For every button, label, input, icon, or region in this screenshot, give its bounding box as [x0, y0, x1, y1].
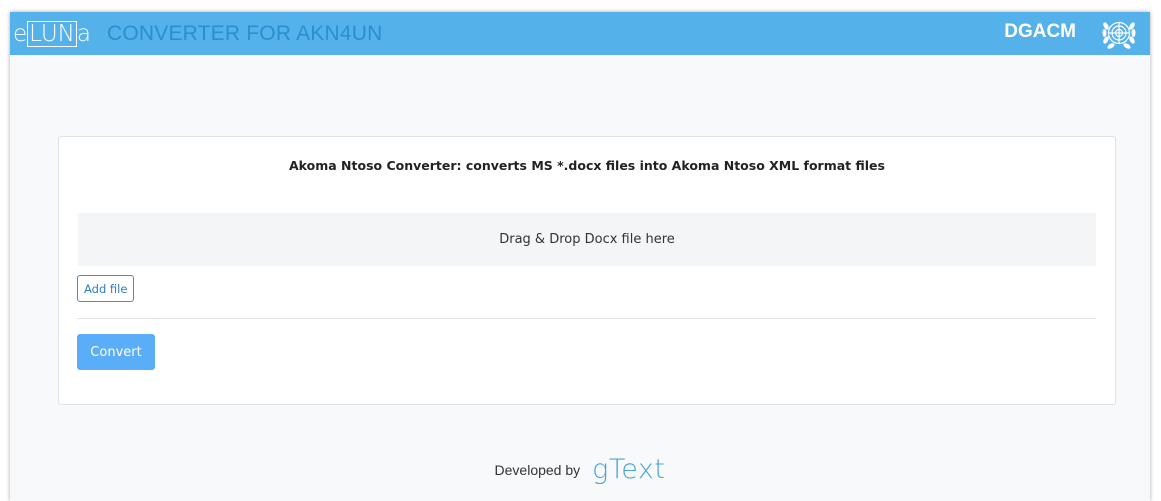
divider [77, 318, 1096, 319]
logo-boxed: LUN [27, 20, 77, 47]
card-title: Akoma Ntoso Converter: converts MS *.doc… [289, 158, 885, 173]
convert-button[interactable]: Convert [77, 334, 155, 370]
footer: Developed by gText [10, 456, 1150, 484]
logo-suffix: a [76, 20, 91, 47]
add-file-button[interactable]: Add file [77, 275, 135, 302]
logo-prefix: e [13, 20, 28, 47]
app-title: CONVERTER FOR AKN4UN [106, 21, 383, 45]
dropzone-text: Drag & Drop Docx file here [499, 232, 675, 247]
un-emblem-icon [1102, 21, 1136, 49]
gtext-logo[interactable]: gText [592, 456, 665, 484]
org-code: DGACM [1004, 21, 1076, 42]
converter-card: Akoma Ntoso Converter: converts MS *.doc… [58, 136, 1116, 405]
file-dropzone[interactable]: Drag & Drop Docx file here [78, 213, 1096, 266]
developed-by-label: Developed by [494, 462, 581, 478]
top-navbar: e LUN a CONVERTER FOR AKN4UN DGACM [10, 12, 1150, 55]
app-window: e LUN a CONVERTER FOR AKN4UN DGACM Akoma… [10, 12, 1150, 501]
eluna-logo[interactable]: e LUN a [13, 20, 91, 47]
